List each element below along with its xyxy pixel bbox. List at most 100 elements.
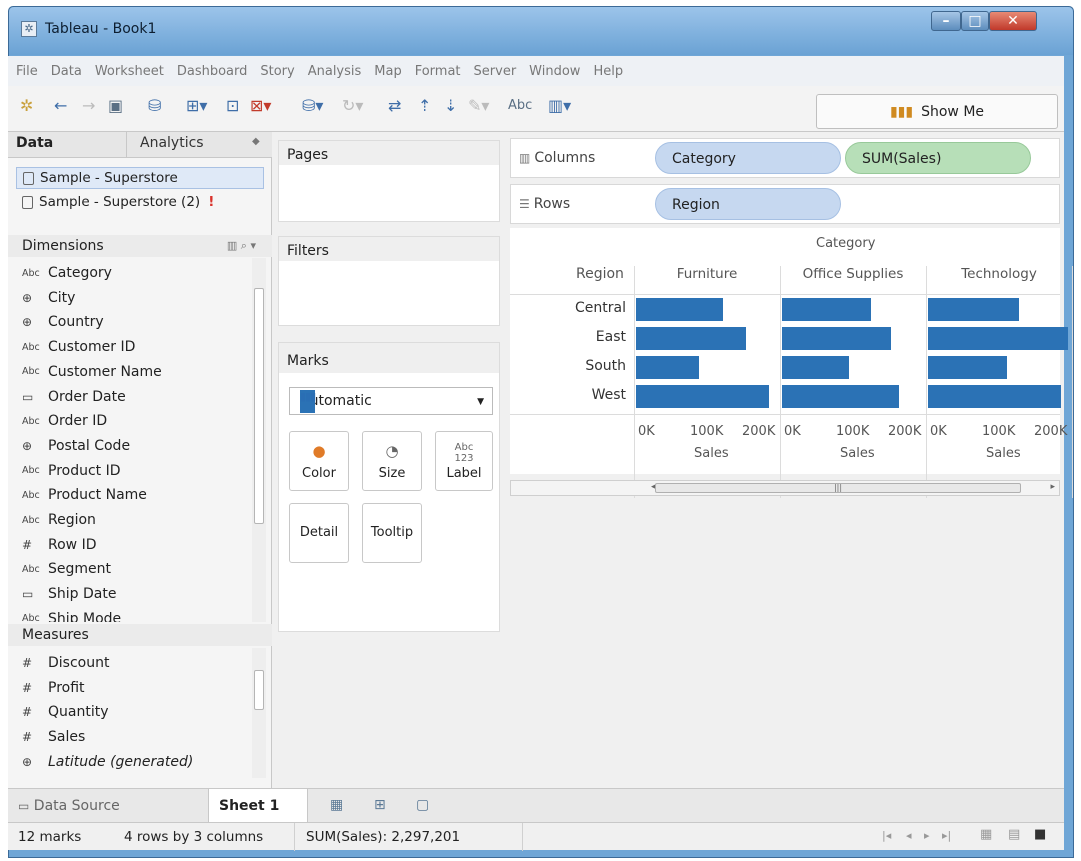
save-icon[interactable]: ▣ <box>108 96 123 115</box>
dimensions-scroll-thumb[interactable] <box>254 288 264 524</box>
bar-mark[interactable] <box>928 327 1068 350</box>
undo-icon[interactable]: ← <box>54 96 67 115</box>
field-item[interactable]: ▭ Order Date <box>22 386 126 408</box>
color-button[interactable]: ● Color <box>289 431 349 491</box>
bar-mark[interactable] <box>636 356 699 379</box>
menu-dashboard[interactable]: Dashboard <box>177 64 248 79</box>
bar-mark[interactable] <box>782 298 871 321</box>
menu-map[interactable]: Map <box>374 64 401 79</box>
data-source-tab[interactable]: ▭ Data Source <box>8 789 196 823</box>
sum-sales-pill[interactable]: SUM(Sales) <box>845 142 1031 174</box>
tabs-view-icon[interactable]: ■ <box>1034 827 1046 842</box>
next-sheet-icon[interactable]: ▸ <box>924 829 930 842</box>
bar-mark[interactable] <box>636 327 747 350</box>
menu-worksheet[interactable]: Worksheet <box>95 64 164 79</box>
bar-mark[interactable] <box>928 385 1062 408</box>
bar-mark[interactable] <box>928 298 1019 321</box>
field-item[interactable]: # Sales <box>22 726 85 748</box>
label-button[interactable]: Abc 123 Label <box>435 431 493 491</box>
tooltip-button[interactable]: Tooltip <box>362 503 422 563</box>
dimensions-list: Abc Category ⊕ City ⊕ Country Abc Customer ID Ab… <box>8 132 252 622</box>
pages-card[interactable]: Pages <box>278 140 500 222</box>
show-labels-button[interactable]: Abc <box>508 98 532 113</box>
bar-mark[interactable] <box>782 327 891 350</box>
maximize-button[interactable]: □ <box>961 11 989 31</box>
new-story-icon[interactable]: ▢ <box>416 797 429 813</box>
new-data-source-icon[interactable]: ⛁ <box>148 96 161 115</box>
menu-server[interactable]: Server <box>474 64 517 79</box>
scroll-right-icon[interactable]: ▸ <box>1050 482 1055 492</box>
field-item[interactable]: ⊕ Postal Code <box>22 435 130 457</box>
field-item[interactable]: # Quantity <box>22 701 109 723</box>
menu-format[interactable]: Format <box>415 64 461 79</box>
field-item[interactable]: Abc Product ID <box>22 460 121 482</box>
field-item[interactable]: ▭ Ship Date <box>22 583 116 605</box>
field-item[interactable]: Abc Customer ID <box>22 336 135 358</box>
highlight-icon[interactable]: ✎▾ <box>468 96 489 115</box>
clear-sheet-icon[interactable]: ⊠▾ <box>250 96 271 115</box>
sort-descending-icon[interactable]: ⇣ <box>444 96 457 115</box>
menu-analysis[interactable]: Analysis <box>308 64 362 79</box>
bar-mark[interactable] <box>782 385 899 408</box>
bar-mark[interactable] <box>928 356 1008 379</box>
filmstrip-icon[interactable]: ▤ <box>1008 827 1020 842</box>
new-dashboard-icon[interactable]: ⊞ <box>374 797 386 813</box>
bar-mark[interactable] <box>636 298 724 321</box>
new-worksheet-icon[interactable]: ▦ <box>330 797 343 813</box>
detail-button[interactable]: Detail <box>289 503 349 563</box>
sort-ascending-icon[interactable]: ⇡ <box>418 96 431 115</box>
measures-scroll-thumb[interactable] <box>254 670 264 710</box>
size-button[interactable]: ◔ Size <box>362 431 422 491</box>
field-item[interactable]: ⊕ Latitude (generated) <box>22 751 193 773</box>
new-worksheet-icon[interactable]: ⊞▾ <box>186 96 207 115</box>
refresh-icon[interactable]: ↻▾ <box>342 96 363 115</box>
filters-card[interactable]: Filters <box>278 236 500 326</box>
rows-shelf[interactable]: ☰ Rows Region <box>510 184 1060 224</box>
field-item[interactable]: Abc Customer Name <box>22 361 162 383</box>
field-item[interactable]: # Profit <box>22 677 85 699</box>
category-pill[interactable]: Category <box>655 142 841 174</box>
field-item[interactable]: Abc Segment <box>22 558 111 580</box>
columns-shelf[interactable]: ▥ Columns Category SUM(Sales) <box>510 138 1060 178</box>
sheet-1-tab[interactable]: Sheet 1 <box>208 789 308 823</box>
field-item[interactable]: ⊕ Country <box>22 311 104 333</box>
horizontal-scroll-thumb[interactable]: ||| <box>655 483 1021 493</box>
first-sheet-icon[interactable]: |◂ <box>882 829 891 842</box>
mark-type-dropdown[interactable]: ▮▮▮ Automatic ▼ <box>289 387 493 415</box>
swap-icon[interactable]: ⇄ <box>388 96 401 115</box>
field-item[interactable]: Abc Product Name <box>22 484 147 506</box>
field-label: Sales <box>48 729 86 746</box>
field-item[interactable]: # Row ID <box>22 534 96 556</box>
bar-mark[interactable] <box>782 356 850 379</box>
duplicate-sheet-icon[interactable]: ⊡ <box>226 96 239 115</box>
menu-file[interactable]: File <box>16 64 38 79</box>
menu-data[interactable]: Data <box>51 64 82 79</box>
sheet-sorter-icon[interactable]: ▦ <box>980 827 992 842</box>
field-item[interactable]: Abc Order ID <box>22 410 107 432</box>
field-item[interactable]: ⊕ City <box>22 287 75 309</box>
measures-scrollbar[interactable] <box>252 648 266 778</box>
hash-icon: # <box>22 537 33 552</box>
region-pill[interactable]: Region <box>655 188 841 220</box>
last-sheet-icon[interactable]: ▸| <box>942 829 951 842</box>
redo-icon[interactable]: → <box>82 96 95 115</box>
field-item[interactable]: # Discount <box>22 652 109 674</box>
fit-icon[interactable]: ▥▾ <box>548 96 571 115</box>
pause-updates-icon[interactable]: ⛁▾ <box>302 96 323 115</box>
tableau-start-icon[interactable]: ✲ <box>20 96 33 115</box>
bar-mark[interactable] <box>636 385 770 408</box>
menu-story[interactable]: Story <box>260 64 294 79</box>
close-button[interactable]: ✕ <box>989 11 1037 31</box>
prev-sheet-icon[interactable]: ◂ <box>906 829 912 842</box>
dimensions-scrollbar[interactable] <box>252 258 266 622</box>
tab-menu-icon[interactable]: ◆ <box>252 136 260 147</box>
minimize-button[interactable]: – <box>931 11 961 31</box>
menu-help[interactable]: Help <box>593 64 623 79</box>
show-me-button[interactable]: ▮▮▮ Show Me <box>816 94 1058 129</box>
horizontal-scrollbar[interactable]: ◂ ||| ▸ <box>510 480 1060 496</box>
field-item[interactable]: Abc Region <box>22 509 96 531</box>
field-item[interactable]: Abc Category <box>22 262 112 284</box>
field-item[interactable]: Abc Ship Mode <box>22 608 121 622</box>
label-label: Label <box>446 466 482 481</box>
menu-window[interactable]: Window <box>529 64 580 79</box>
